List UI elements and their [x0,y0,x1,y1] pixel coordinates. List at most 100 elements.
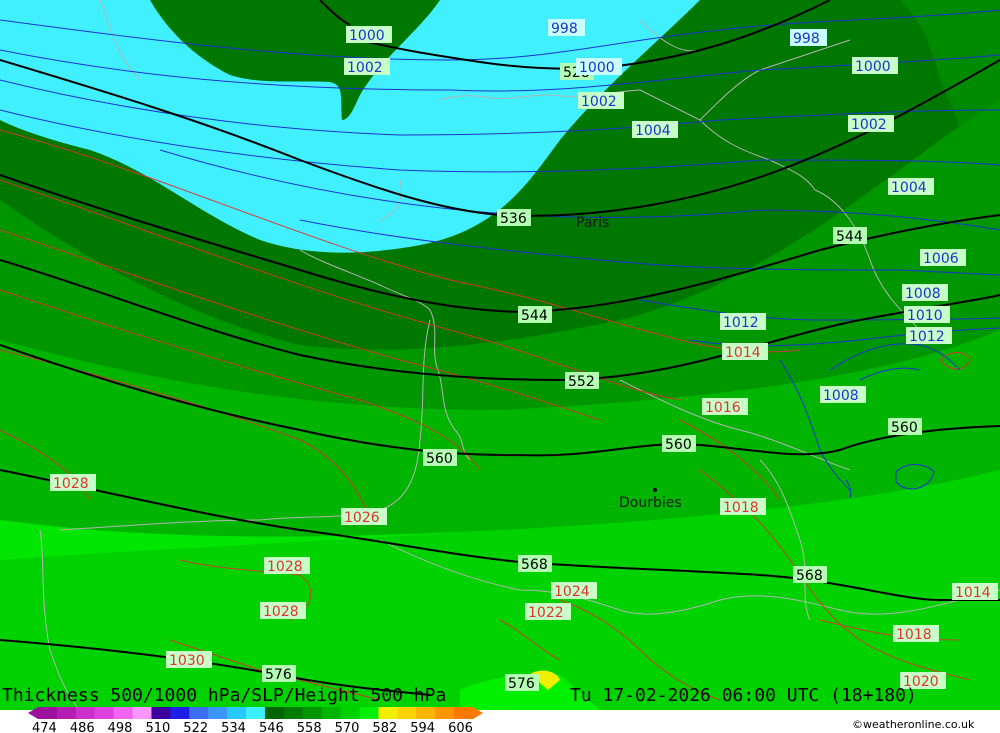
slp-label-1012a: 1012 [720,313,766,331]
svg-text:568: 568 [521,557,548,573]
svg-text:560: 560 [426,451,453,467]
legend-tick: 522 [183,721,208,733]
svg-text:576: 576 [508,676,535,692]
svg-text:1018: 1018 [723,500,759,516]
svg-text:560: 560 [891,420,918,436]
legend-swatch [321,707,342,719]
thickness-label-568b: 568 [793,566,827,584]
place-paris: Paris [576,215,609,231]
svg-text:1024: 1024 [554,584,590,600]
svg-text:552: 552 [568,374,595,390]
legend-swatch [113,707,134,719]
legend-swatch [454,707,474,719]
legend-swatch [416,707,436,719]
thickness-label-576a: 576 [262,665,296,683]
svg-text:1028: 1028 [53,476,89,492]
legend-tick: 510 [145,721,170,733]
svg-text:1002: 1002 [347,60,383,76]
svg-text:1022: 1022 [528,605,564,621]
thickness-label-576b: 576 [505,674,539,692]
legend-swatch [246,707,266,719]
svg-text:1008: 1008 [823,388,859,404]
svg-text:1028: 1028 [263,604,299,620]
legend-swatch [435,707,455,719]
legend-swatch [170,707,190,719]
legend-swatch [378,707,398,719]
legend-tick: 606 [448,721,473,733]
slp-label-1006: 1006 [920,249,966,267]
svg-text:568: 568 [796,568,823,584]
legend-tick: 534 [221,721,246,733]
slp-label-1028b: 1028 [264,557,310,575]
svg-text:1004: 1004 [891,180,927,196]
svg-text:1012: 1012 [723,315,759,331]
slp-label-998a: 998 [548,19,585,37]
valid-time: Tu 17-02-2026 06:00 UTC (18+180) [570,685,917,706]
slp-label-1030: 1030 [166,651,212,669]
slp-label-1028c: 1028 [260,602,306,620]
legend-swatch [75,707,96,719]
slp-label-1026: 1026 [341,508,387,526]
slp-label-1010: 1010 [904,306,950,324]
legend-swatch [132,707,152,719]
legend-swatch [94,707,115,719]
slp-label-1014a: 1014 [722,343,768,361]
legend-swatch [397,707,417,719]
svg-text:1030: 1030 [169,653,205,669]
slp-label-1024: 1024 [551,582,597,600]
legend-tick: 570 [335,721,360,733]
thickness-label-544b: 544 [833,227,867,245]
thickness-label-560c: 560 [888,418,922,436]
svg-text:1012: 1012 [909,329,945,345]
svg-text:544: 544 [836,229,863,245]
svg-text:1014: 1014 [955,585,991,601]
svg-text:1016: 1016 [705,400,741,416]
legend-tick: 558 [297,721,322,733]
legend-tick: 474 [32,721,57,733]
legend-swatch [38,707,58,719]
legend-swatch [359,707,379,719]
svg-text:1026: 1026 [344,510,380,526]
slp-label-1000b: 1000 [576,58,622,76]
legend-swatch [56,707,77,719]
svg-text:1002: 1002 [851,117,887,133]
svg-text:1000: 1000 [855,59,891,75]
svg-text:544: 544 [521,308,548,324]
slp-label-1022: 1022 [525,603,571,621]
thickness-label-544a: 544 [518,306,552,324]
svg-text:1006: 1006 [923,251,959,267]
slp-label-1002c: 1002 [848,115,894,133]
slp-label-1008a: 1008 [902,284,948,302]
slp-label-1008b: 1008 [820,386,866,404]
svg-text:1028: 1028 [267,559,303,575]
legend-swatch [302,707,323,719]
place-dourbies: Dourbies [619,495,682,511]
thickness-label-560a: 560 [423,449,457,467]
svg-text:1018: 1018 [896,627,932,643]
legend-swatch [340,707,361,719]
credit-text: ©weatheronline.co.uk [852,718,975,731]
weather-map: Paris Dourbies 528 536 544 552 544 560 5… [0,0,1000,733]
slp-label-1012b: 1012 [906,327,952,345]
svg-text:1002: 1002 [581,94,617,110]
svg-text:1000: 1000 [349,28,385,44]
legend-swatch [151,707,171,719]
thickness-label-552: 552 [565,372,599,390]
thickness-label-560b: 560 [662,435,696,453]
svg-text:998: 998 [551,21,578,37]
slp-label-1016: 1016 [702,398,748,416]
legend-tick: 594 [410,721,435,733]
slp-label-1028a: 1028 [50,474,96,492]
legend-swatch [264,707,285,719]
legend-swatch [208,707,228,719]
slp-label-1000c: 1000 [852,57,898,75]
svg-text:1000: 1000 [579,60,615,76]
legend-tick: 546 [259,721,284,733]
slp-label-1002a: 1002 [344,58,390,76]
slp-label-1004b: 1004 [888,178,934,196]
slp-label-1000a: 1000 [346,26,392,44]
slp-label-1004a: 1004 [632,121,678,139]
svg-text:1014: 1014 [725,345,761,361]
thickness-label-536: 536 [497,209,531,227]
thickness-label-568a: 568 [518,555,552,573]
